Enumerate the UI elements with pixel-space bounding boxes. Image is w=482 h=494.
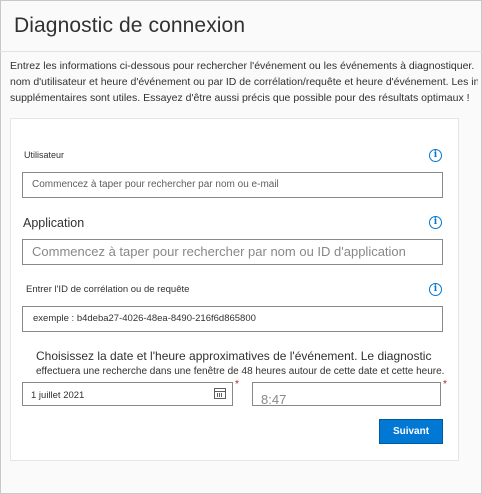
intro-line-1: Entrez les informations ci-dessous pour … [10, 60, 478, 72]
user-label: Utilisateur [24, 150, 65, 160]
intro-text: Entrez les informations ci-dessous pour … [10, 58, 478, 106]
application-label: Application [23, 216, 85, 230]
info-icon[interactable]: i [429, 149, 442, 162]
datetime-help-line-1: Choisissez la date et l'heure approximat… [36, 349, 432, 363]
date-required-mark: * [235, 379, 239, 390]
info-icon[interactable]: i [429, 283, 442, 296]
time-input[interactable]: 8:47 [252, 382, 441, 406]
correlation-id-input[interactable]: exemple : b4deba27-4026-48ea-8490-216f6d… [22, 306, 443, 332]
time-required-mark: * [443, 379, 447, 390]
intro-line-2: nom d'utilisateur et heure d'événement o… [10, 76, 478, 88]
info-icon[interactable]: i [429, 216, 442, 229]
date-value: 1 juillet 2021 [31, 390, 85, 401]
datetime-help-text: Choisissez la date et l'heure approximat… [36, 349, 444, 379]
page-title: Diagnostic de connexion [14, 14, 246, 37]
calendar-icon[interactable] [214, 388, 226, 399]
next-button[interactable]: Suivant [379, 419, 443, 444]
correlation-label: Entrer l'ID de corrélation ou de requête [26, 284, 190, 295]
intro-line-3: supplémentaires sont utiles. Essayez d'ê… [10, 92, 470, 104]
datetime-help-line-2: effectuera une recherche dans une fenêtr… [36, 366, 445, 377]
time-value: 8:47 [261, 392, 287, 406]
title-divider [0, 51, 482, 52]
application-search-input[interactable]: Commencez à taper pour rechercher par no… [22, 239, 443, 265]
date-picker[interactable]: 1 juillet 2021 [22, 382, 233, 406]
user-search-input[interactable]: Commencez à taper pour rechercher par no… [22, 172, 443, 198]
